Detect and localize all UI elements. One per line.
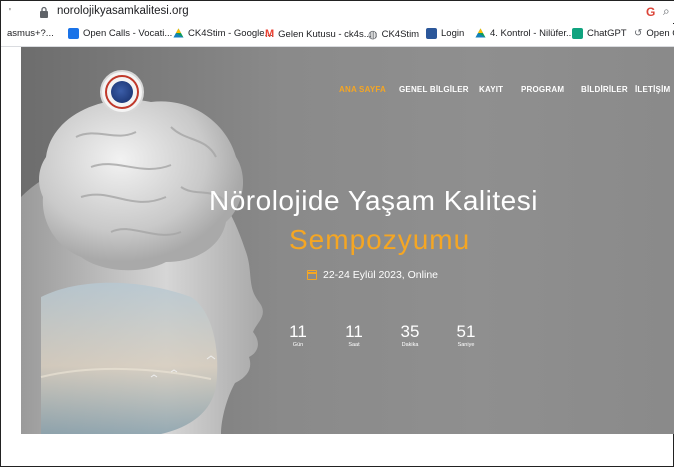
countdown-value: 51: [456, 322, 476, 341]
nav-papers[interactable]: BİLDİRİLER: [581, 85, 628, 94]
lock-icon[interactable]: [39, 6, 49, 18]
bookmark-item[interactable]: asmus+?...: [7, 28, 54, 39]
tab-edge: ': [9, 7, 11, 18]
bookmark-item[interactable]: ChatGPT: [572, 28, 627, 39]
hero-title: Nörolojide Yaşam Kalitesi: [209, 185, 538, 216]
countdown-value: 11: [289, 322, 307, 341]
search-icon[interactable]: ⌕: [663, 4, 670, 19]
calendar-icon: [307, 270, 317, 280]
bookmark-item[interactable]: CK4Stim - Google...: [173, 28, 272, 39]
nav-home[interactable]: ANA SAYFA: [339, 85, 386, 94]
countdown-value: 35: [400, 322, 420, 341]
nav-registration[interactable]: KAYIT: [479, 85, 503, 94]
countdown-label: Gün: [292, 342, 304, 348]
sync-icon: ↺: [634, 28, 643, 39]
countdown-seconds: 51 Saniye: [446, 322, 486, 349]
bookmark-item[interactable]: ↺ Open Ca: [634, 28, 674, 39]
bookmark-label: asmus+?...: [7, 28, 54, 39]
drive-icon: [173, 28, 184, 38]
bookmark-label: Open Ca: [646, 28, 674, 39]
bookmark-item[interactable]: ◍ CK4Stim: [368, 28, 419, 41]
url-text[interactable]: norolojikyasamkalitesi.org: [57, 5, 189, 17]
address-bar[interactable]: ' norolojikyasamkalitesi.org G ⌕: [1, 1, 674, 23]
countdown-days: 11 Gün: [278, 322, 318, 349]
hero-subtitle: Sempozyumu: [289, 224, 471, 255]
bookmark-label: ChatGPT: [587, 28, 627, 39]
bookmark-label: CK4Stim - Google...: [188, 28, 273, 39]
countdown-hours: 11 Saat: [334, 322, 374, 349]
bookmark-label: CK4Stim: [381, 29, 420, 40]
drive-icon: [475, 28, 486, 38]
nav-general-info[interactable]: GENEL BİLGİLER: [399, 85, 469, 94]
bookmark-item[interactable]: Login: [426, 28, 464, 39]
gmail-icon: M: [265, 28, 275, 40]
logo-head-icon: [111, 81, 133, 103]
bookmark-item[interactable]: M Gelen Kutusu - ck4s...: [265, 28, 372, 40]
countdown-minutes: 35 Dakika: [390, 322, 430, 349]
countdown-label: Saat: [348, 342, 360, 348]
bookmark-icon: [68, 28, 79, 39]
countdown-label: Saniye: [457, 342, 475, 348]
countdown-value: 11: [345, 322, 363, 341]
globe-icon: ◍: [368, 29, 378, 41]
google-icon[interactable]: G: [646, 5, 655, 19]
bookmark-item[interactable]: Open Calls - Vocati...: [68, 28, 172, 39]
nav-program[interactable]: PROGRAM: [521, 85, 564, 94]
bookmarks-bar: asmus+?... Open Calls - Vocati... CK4Sti…: [1, 24, 674, 47]
event-date-text: 22-24 Eylül 2023, Online: [323, 269, 438, 281]
login-icon: [426, 28, 437, 39]
bookmark-label: Gelen Kutusu - ck4s...: [278, 28, 372, 40]
countdown-label: Dakika: [401, 342, 419, 348]
bookmark-label: Login: [441, 28, 465, 39]
nav-contact[interactable]: İLETİŞİM: [635, 85, 670, 94]
event-date: 22-24 Eylül 2023, Online: [307, 269, 438, 281]
bookmark-label: 4. Kontrol - Nilüfer...: [490, 28, 574, 39]
logo[interactable]: [100, 70, 144, 114]
bookmark-item[interactable]: 4. Kontrol - Nilüfer...: [475, 28, 574, 39]
bookmark-label: Open Calls - Vocati...: [83, 28, 173, 39]
browser-window: ' norolojikyasamkalitesi.org G ⌕ asmus+?…: [0, 0, 674, 467]
chatgpt-icon: [572, 28, 583, 39]
hero-section: ANA SAYFA GENEL BİLGİLER KAYIT PROGRAM B…: [21, 47, 674, 434]
